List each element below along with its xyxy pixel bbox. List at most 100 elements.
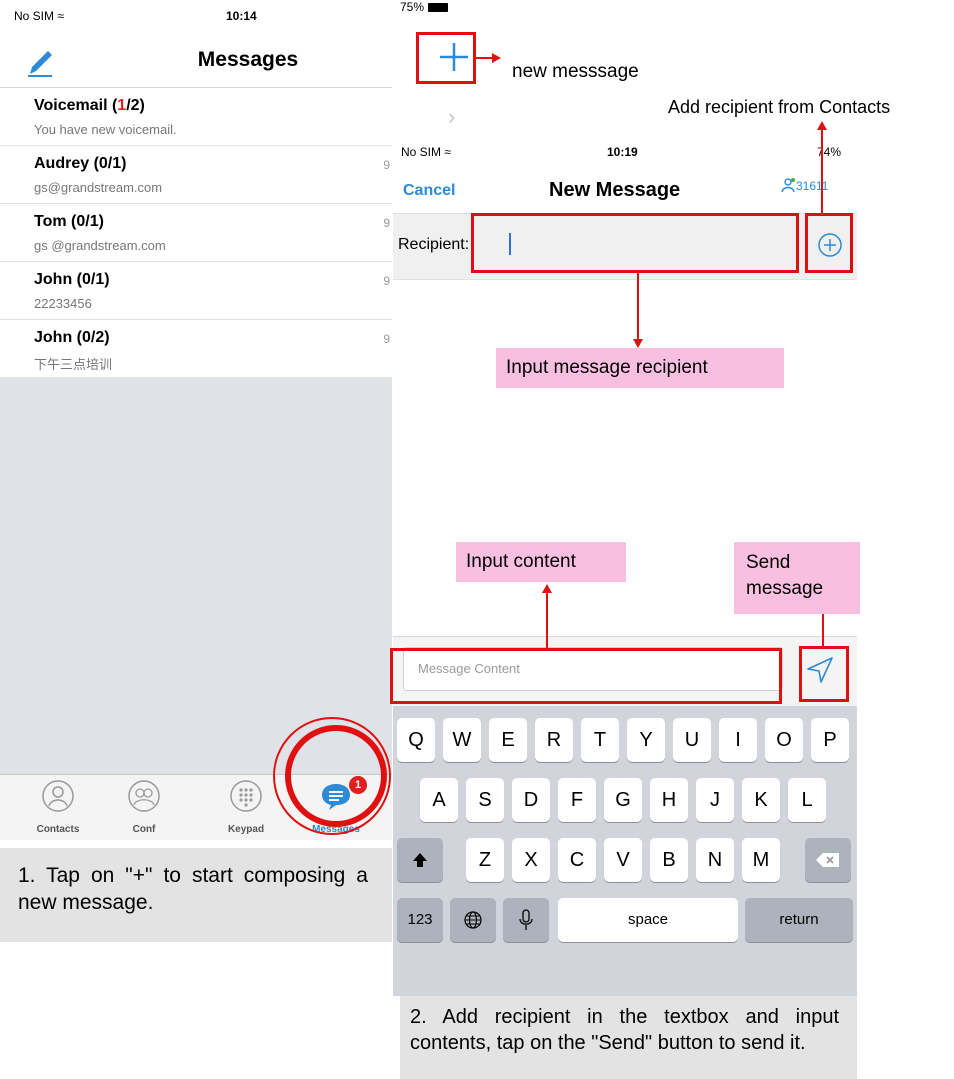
globe-key[interactable] xyxy=(450,898,496,942)
tab-label: Conf xyxy=(132,824,156,835)
contacts-icon xyxy=(42,780,74,812)
callout-input-recipient: Input message recipient xyxy=(496,348,784,388)
key-e[interactable]: E xyxy=(489,718,527,762)
on-screen-keyboard: Q W E R T Y U I O P A S D F G H J K L Z … xyxy=(393,706,857,996)
tab-label: Contacts xyxy=(36,824,80,835)
arrow-line xyxy=(821,129,823,213)
key-u[interactable]: U xyxy=(673,718,711,762)
delete-key[interactable] xyxy=(805,838,851,882)
key-p[interactable]: P xyxy=(811,718,849,762)
key-c[interactable]: C xyxy=(558,838,596,882)
callout-input-content: Input content xyxy=(456,542,626,582)
clock: 10:14 xyxy=(226,9,257,23)
key-o[interactable]: O xyxy=(765,718,803,762)
step-1-caption: 1. Tap on "+" to start composing a new m… xyxy=(0,848,392,942)
key-x[interactable]: X xyxy=(512,838,550,882)
step-2-caption: 2. Add recipient in the textbox and inpu… xyxy=(400,996,857,1079)
tab-conf[interactable]: Conf xyxy=(104,779,184,835)
key-y[interactable]: Y xyxy=(627,718,665,762)
arrow-line xyxy=(546,592,548,648)
key-a[interactable]: A xyxy=(420,778,458,822)
status-bar: No SIM ≈ 10:14 xyxy=(0,0,392,34)
numbers-key[interactable]: 123 xyxy=(397,898,443,942)
list-item[interactable]: Voicemail (1/2) You have new voicemail. xyxy=(0,88,392,146)
list-item[interactable]: John (0/2) 下午三点培训 9 xyxy=(0,320,392,378)
backspace-icon xyxy=(816,853,839,867)
annotation-add-recipient: Add recipient from Contacts xyxy=(668,97,891,117)
cancel-button[interactable]: Cancel xyxy=(403,182,455,200)
key-g[interactable]: G xyxy=(604,778,642,822)
arrow-line xyxy=(637,273,639,343)
arrow-line xyxy=(822,614,824,646)
dictation-key[interactable] xyxy=(503,898,549,942)
carrier-label: No SIM ≈ xyxy=(401,145,451,159)
highlight-send-button xyxy=(799,646,849,702)
key-l[interactable]: L xyxy=(788,778,826,822)
key-k[interactable]: K xyxy=(742,778,780,822)
conversation-name: John (0/1) xyxy=(34,271,110,288)
conference-icon xyxy=(128,780,160,812)
conversation-preview: gs @grandstream.com xyxy=(34,238,166,253)
conversation-name: John (0/2) xyxy=(34,329,110,346)
page-title: Messages xyxy=(197,48,299,71)
key-h[interactable]: H xyxy=(650,778,688,822)
key-b[interactable]: B xyxy=(650,838,688,882)
unread-badge: 1 xyxy=(349,776,367,794)
annotation-new-message: new messsage xyxy=(512,61,639,82)
highlight-add-recipient xyxy=(805,213,853,273)
arrow-head xyxy=(633,339,643,348)
conversation-time: 9 xyxy=(383,216,390,230)
key-v[interactable]: V xyxy=(604,838,642,882)
account-person-icon xyxy=(781,178,795,193)
tab-contacts[interactable]: Contacts xyxy=(18,779,98,835)
key-s[interactable]: S xyxy=(466,778,504,822)
highlight-recipient-input xyxy=(471,213,799,273)
list-item[interactable]: Audrey (0/1) gs@grandstream.com 9 xyxy=(0,146,392,204)
list-item[interactable]: Tom (0/1) gs @grandstream.com 9 xyxy=(0,204,392,262)
highlight-plus-button xyxy=(416,32,476,84)
conversation-preview: 22233456 xyxy=(34,296,92,311)
message-list: Voicemail (1/2) You have new voicemail. … xyxy=(0,88,392,378)
chevron-right-icon: › xyxy=(448,104,456,129)
account-number: 31611 xyxy=(796,179,829,193)
conversation-name: Audrey (0/1) xyxy=(34,155,127,172)
microphone-icon xyxy=(519,909,533,930)
shift-key[interactable] xyxy=(397,838,443,882)
nav-bar: Messages xyxy=(0,34,392,88)
key-f[interactable]: F xyxy=(558,778,596,822)
shift-arrow-icon xyxy=(413,853,427,867)
clock: 10:19 xyxy=(607,145,638,159)
key-n[interactable]: N xyxy=(696,838,734,882)
battery-icon xyxy=(428,3,449,12)
key-m[interactable]: M xyxy=(742,838,780,882)
top-battery-status: 75% xyxy=(400,0,449,14)
conversation-time: 9 xyxy=(383,158,390,172)
key-d[interactable]: D xyxy=(512,778,550,822)
messages-highlight-circles xyxy=(273,717,391,835)
key-t[interactable]: T xyxy=(581,718,619,762)
return-key[interactable]: return xyxy=(745,898,853,942)
globe-icon xyxy=(464,911,482,929)
arrow-head xyxy=(492,53,501,63)
page-title: New Message xyxy=(549,179,681,201)
conversation-preview: gs@grandstream.com xyxy=(34,180,163,195)
conversation-name: Voicemail (1/2) xyxy=(34,97,145,114)
conversation-name: Tom (0/1) xyxy=(34,213,104,230)
recipient-label: Recipient: xyxy=(398,236,470,253)
callout-send-message: Send message xyxy=(734,542,860,614)
keypad-icon xyxy=(230,780,262,812)
key-r[interactable]: R xyxy=(535,718,573,762)
key-j[interactable]: J xyxy=(696,778,734,822)
conversation-time: 9 xyxy=(383,332,390,346)
conversation-preview: You have new voicemail. xyxy=(34,122,177,137)
key-z[interactable]: Z xyxy=(466,838,504,882)
list-item[interactable]: John (0/1) 22233456 9 xyxy=(0,262,392,320)
nav-bar: Cancel New Message 31611 xyxy=(393,164,857,214)
status-bar: No SIM ≈ 10:19 74% xyxy=(393,140,857,164)
carrier-label: No SIM ≈ xyxy=(14,9,64,23)
highlight-message-content xyxy=(390,648,782,704)
key-w[interactable]: W xyxy=(443,718,481,762)
space-key[interactable]: space xyxy=(558,898,738,942)
key-q[interactable]: Q xyxy=(397,718,435,762)
key-i[interactable]: I xyxy=(719,718,757,762)
